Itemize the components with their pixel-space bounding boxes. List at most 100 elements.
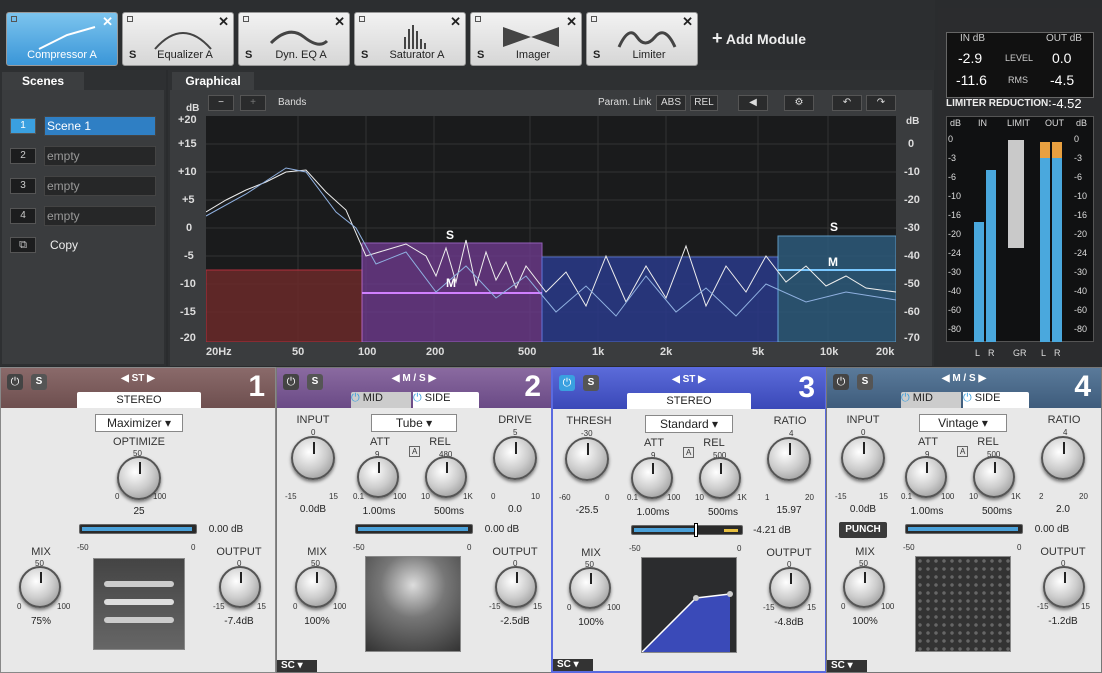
- mix-value: 75%: [30, 616, 51, 627]
- auto-button[interactable]: A: [683, 447, 695, 458]
- solo-icon[interactable]: S: [477, 49, 484, 61]
- input-knob[interactable]: [841, 436, 885, 480]
- graphical-tab[interactable]: Graphical: [172, 72, 254, 90]
- gain-slider[interactable]: [631, 523, 743, 537]
- mid-tab[interactable]: ⏻ MID: [351, 392, 411, 408]
- tab-saturator[interactable]: ✕ S Saturator A: [354, 12, 466, 66]
- gain-value: 0.00 dB: [208, 524, 244, 535]
- mix-knob[interactable]: [295, 566, 337, 608]
- db-tick: -5: [184, 250, 194, 262]
- output-value: -4.8dB: [774, 617, 804, 628]
- stereo-tab[interactable]: STEREO: [627, 393, 751, 409]
- band-1-region[interactable]: [206, 269, 363, 342]
- close-icon[interactable]: ✕: [682, 14, 693, 30]
- input-label: INPUT: [846, 414, 880, 426]
- meter-bottom-r2: R: [1054, 348, 1061, 358]
- speaker-button[interactable]: ◀: [738, 95, 768, 111]
- mid-marker-2: M: [446, 276, 456, 290]
- scene-row[interactable]: 3 empty: [10, 176, 156, 196]
- stereo-tab[interactable]: STEREO: [77, 392, 201, 408]
- model-dropdown[interactable]: Maximizer ▾: [95, 414, 183, 432]
- threshold-knob[interactable]: [565, 437, 609, 481]
- output-max: 15: [807, 603, 816, 612]
- db-tick: -20: [180, 332, 196, 344]
- solo-icon[interactable]: S: [245, 49, 252, 61]
- close-icon[interactable]: ✕: [218, 14, 229, 30]
- mix-knob[interactable]: [569, 567, 611, 609]
- abs-button[interactable]: ABS: [656, 95, 686, 111]
- scene-row[interactable]: 4 empty: [10, 206, 156, 226]
- model-dropdown[interactable]: Tube ▾: [371, 414, 457, 432]
- solo-icon[interactable]: S: [129, 49, 136, 61]
- mode-selector[interactable]: ◀ ST ▶: [553, 374, 825, 385]
- scene-name[interactable]: Scene 1: [44, 116, 156, 136]
- scene-name[interactable]: empty: [44, 206, 156, 226]
- mode-selector[interactable]: ◀ ST ▶: [1, 373, 275, 384]
- output-knob[interactable]: [1043, 566, 1085, 608]
- meter-scale-tick: -80: [1074, 324, 1088, 334]
- gain-slider[interactable]: [79, 524, 197, 534]
- gain-slider[interactable]: [355, 524, 473, 534]
- mode-selector[interactable]: ◀ M / S ▶: [277, 373, 551, 384]
- ratio-knob[interactable]: [1041, 436, 1085, 480]
- tab-equalizer[interactable]: ✕ S Equalizer A: [122, 12, 234, 66]
- auto-button[interactable]: A: [957, 446, 969, 457]
- in-level-value: -2.9: [958, 50, 983, 66]
- copy-scene-button[interactable]: ⧉ Copy: [10, 236, 130, 254]
- close-icon[interactable]: ✕: [102, 14, 113, 30]
- meter-panel: IN dB OUT dB -2.9 LEVEL 0.0 -11.6 RMS -4…: [938, 8, 1102, 366]
- release-knob[interactable]: [699, 457, 741, 499]
- side-tab[interactable]: ⏻ SIDE: [413, 392, 479, 408]
- meter-scale-tick: -24: [1074, 248, 1088, 258]
- mix-knob[interactable]: [843, 566, 885, 608]
- tab-imager[interactable]: ✕ S Imager: [470, 12, 582, 66]
- scene-name[interactable]: empty: [44, 146, 156, 166]
- add-module-button[interactable]: + Add Module: [712, 28, 806, 49]
- close-icon[interactable]: ✕: [334, 14, 345, 30]
- close-icon[interactable]: ✕: [450, 14, 461, 30]
- rel-button[interactable]: REL: [690, 95, 718, 111]
- solo-icon[interactable]: S: [361, 49, 368, 61]
- mode-selector[interactable]: ◀ M / S ▶: [827, 373, 1101, 384]
- undo-button[interactable]: ↶: [832, 95, 862, 111]
- drive-knob[interactable]: [493, 436, 537, 480]
- close-icon[interactable]: ✕: [566, 14, 577, 30]
- scene-row[interactable]: 2 empty: [10, 146, 156, 166]
- model-dropdown[interactable]: Standard ▾: [645, 415, 733, 433]
- scene-name[interactable]: empty: [44, 176, 156, 196]
- scene-number: 1: [10, 118, 36, 134]
- scene-row[interactable]: 1 Scene 1: [10, 116, 156, 136]
- mix-knob[interactable]: [19, 566, 61, 608]
- in-db-label: IN dB: [960, 33, 986, 44]
- tab-dyn-eq[interactable]: ✕ S Dyn. EQ A: [238, 12, 350, 66]
- solo-icon[interactable]: S: [593, 49, 600, 61]
- bands-plus-button[interactable]: +: [240, 95, 266, 111]
- band-4-region[interactable]: [777, 235, 896, 342]
- output-knob[interactable]: [495, 566, 537, 608]
- gain-slider[interactable]: [905, 524, 1023, 534]
- spectrum-graph[interactable]: S M S M: [206, 116, 896, 342]
- input-knob[interactable]: [291, 436, 335, 480]
- sidechain-button[interactable]: SC ▾: [277, 660, 317, 672]
- att-min: 0.1: [627, 493, 639, 502]
- mid-tab[interactable]: ⏻ MID: [901, 392, 961, 408]
- tab-compressor[interactable]: ✕ Compressor A: [6, 12, 118, 66]
- side-tab[interactable]: ⏻ SIDE: [963, 392, 1029, 408]
- release-knob[interactable]: [973, 456, 1015, 498]
- release-knob[interactable]: [425, 456, 467, 498]
- scenes-tab[interactable]: Scenes: [2, 72, 84, 90]
- model-dropdown[interactable]: Vintage ▾: [919, 414, 1007, 432]
- punch-button[interactable]: PUNCH: [839, 522, 887, 538]
- auto-button[interactable]: A: [409, 446, 421, 457]
- redo-button[interactable]: ↷: [866, 95, 896, 111]
- band-3-region[interactable]: [541, 256, 779, 342]
- sidechain-button[interactable]: SC ▾: [553, 659, 593, 671]
- output-knob[interactable]: [769, 567, 811, 609]
- settings-button[interactable]: ⚙: [784, 95, 814, 111]
- tab-grip-icon: [11, 16, 17, 22]
- tab-limiter[interactable]: ✕ S Limiter: [586, 12, 698, 66]
- bands-minus-button[interactable]: −: [208, 95, 234, 111]
- ratio-knob[interactable]: [767, 437, 811, 481]
- sidechain-button[interactable]: SC ▾: [827, 660, 867, 672]
- output-knob[interactable]: [219, 566, 261, 608]
